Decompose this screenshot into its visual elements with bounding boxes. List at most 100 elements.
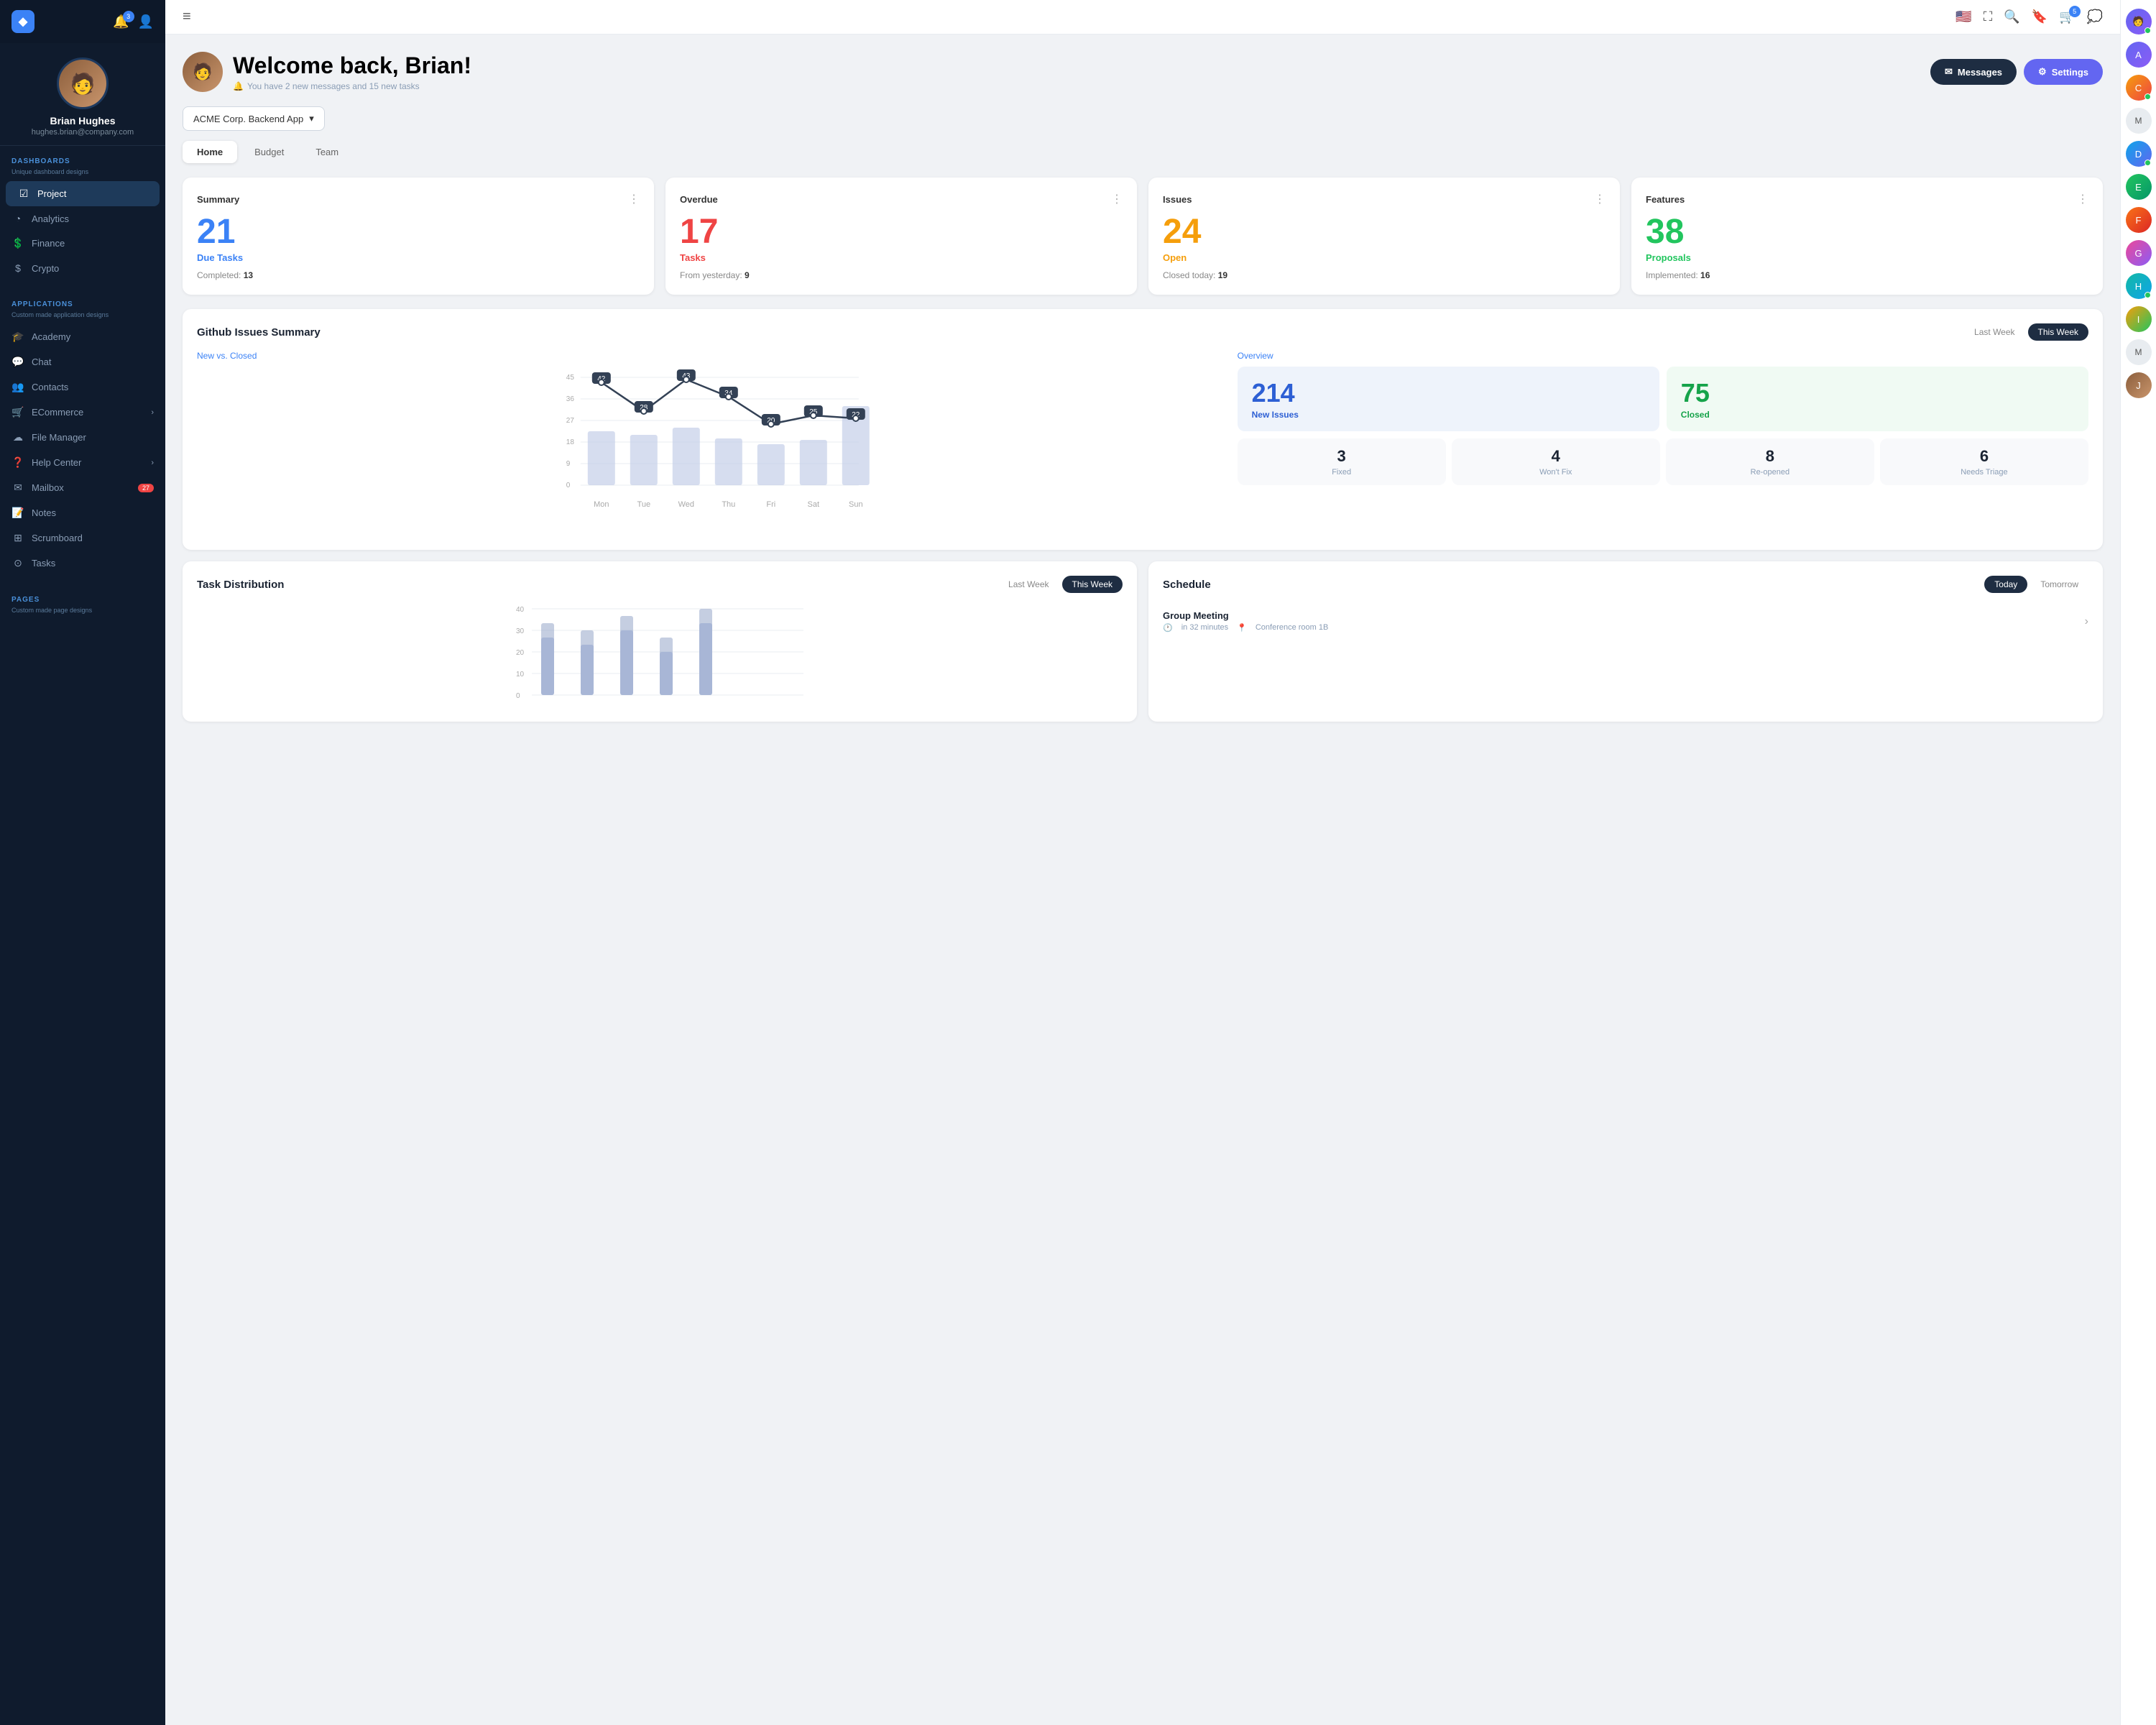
welcome-text: Welcome back, Brian! 🔔 You have 2 new me…: [233, 52, 471, 91]
sidebar-item-analytics[interactable]: ◔ Analytics: [0, 206, 165, 231]
svg-text:36: 36: [566, 395, 575, 403]
summary-cards: Summary ⋮ 21 Due Tasks Completed: 13 Ove…: [183, 178, 2103, 295]
sidebar-item-notes[interactable]: 📝 Notes: [0, 500, 165, 525]
right-avatar-3[interactable]: C: [2126, 75, 2152, 101]
card-summary-menu[interactable]: ⋮: [628, 192, 640, 206]
right-avatar-1[interactable]: 🧑: [2126, 9, 2152, 34]
card-issues-number: 24: [1163, 215, 1606, 249]
task-this-week-btn[interactable]: This Week: [1062, 576, 1123, 593]
sidebar-item-chat[interactable]: 💬 Chat: [0, 349, 165, 374]
right-avatar-11[interactable]: M: [2126, 339, 2152, 365]
bell-icon: 🔔: [233, 81, 244, 91]
sidebar-item-file-manager[interactable]: ☁ File Manager: [0, 425, 165, 450]
sidebar-item-academy[interactable]: 🎓 Academy: [0, 324, 165, 349]
right-avatar-10[interactable]: I: [2126, 306, 2152, 332]
right-avatar-4[interactable]: M: [2126, 108, 2152, 134]
online-dot-1: [2145, 27, 2151, 34]
messages-button[interactable]: ✉ Messages: [1930, 59, 2017, 85]
schedule-today-btn[interactable]: Today: [1984, 576, 2027, 593]
right-avatar-2[interactable]: A: [2126, 42, 2152, 68]
notification-badge: 3: [123, 11, 134, 22]
topbar: ≡ 🇺🇸 ⛶ 🔍 🔖 🛒 5 💭: [165, 0, 2120, 34]
svg-text:27: 27: [566, 417, 575, 425]
closed-issues-number: 75: [1681, 378, 2074, 408]
new-issues-number: 214: [1252, 378, 1645, 408]
card-overdue-menu[interactable]: ⋮: [1111, 192, 1123, 206]
sidebar-item-mailbox[interactable]: ✉ Mailbox 27: [0, 475, 165, 500]
sidebar-item-mailbox-label: Mailbox: [32, 482, 64, 493]
bookmark-icon[interactable]: 🔖: [2032, 9, 2047, 24]
svg-text:30: 30: [516, 627, 525, 635]
right-avatar-6[interactable]: E: [2126, 174, 2152, 200]
right-avatar-8[interactable]: G: [2126, 240, 2152, 266]
schedule-tomorrow-btn[interactable]: Tomorrow: [2030, 576, 2088, 593]
notification-bell-icon[interactable]: 🔔 3: [113, 14, 129, 29]
tab-team[interactable]: Team: [301, 141, 353, 163]
ecommerce-arrow-icon: ›: [151, 408, 154, 417]
github-week-toggle: Last Week This Week: [1964, 323, 2088, 341]
sidebar-item-project[interactable]: ☑ Project: [6, 181, 160, 206]
github-last-week-btn[interactable]: Last Week: [1964, 323, 2024, 341]
sidebar-item-crypto[interactable]: $ Crypto: [0, 256, 165, 280]
chat-bubble-icon[interactable]: 💭: [2087, 9, 2103, 24]
card-summary-label: Due Tasks: [197, 252, 640, 263]
task-distribution-header: Task Distribution Last Week This Week: [197, 576, 1123, 593]
card-features-menu[interactable]: ⋮: [2077, 192, 2088, 206]
mini-stat-fixed: 3 Fixed: [1238, 438, 1446, 485]
github-this-week-btn[interactable]: This Week: [2028, 323, 2088, 341]
tab-budget[interactable]: Budget: [240, 141, 298, 163]
card-issues-sub: Closed today: 19: [1163, 270, 1606, 280]
schedule-title: Schedule: [1163, 579, 1211, 591]
needs-triage-label: Needs Triage: [1887, 468, 2081, 477]
group-meeting-meta: 🕐 in 32 minutes 📍 Conference room 1B: [1163, 623, 1328, 632]
clock-icon: 🕐: [1163, 623, 1173, 632]
sidebar-item-finance[interactable]: 💲 Finance: [0, 231, 165, 256]
sidebar-item-contacts[interactable]: 👥 Contacts: [0, 374, 165, 400]
scrumboard-icon: ⊞: [11, 532, 24, 544]
location-icon: 📍: [1237, 623, 1247, 632]
hamburger-icon[interactable]: ≡: [183, 9, 191, 25]
welcome-title: Welcome back, Brian!: [233, 52, 471, 79]
github-chart-area: New vs. Closed 45 36 27 18 9 0: [197, 351, 2088, 535]
search-icon[interactable]: 🔍: [2004, 9, 2019, 24]
crypto-icon: $: [11, 262, 24, 274]
card-summary: Summary ⋮ 21 Due Tasks Completed: 13: [183, 178, 654, 295]
bottom-row: Task Distribution Last Week This Week 40…: [183, 561, 2103, 722]
flag-icon[interactable]: 🇺🇸: [1955, 9, 1971, 24]
svg-text:Tue: Tue: [637, 500, 651, 509]
sidebar-item-ecommerce[interactable]: 🛒 ECommerce ›: [0, 400, 165, 425]
schedule-panel: Schedule Today Tomorrow Group Meeting 🕐 …: [1148, 561, 2103, 722]
card-overdue-sub: From yesterday: 9: [680, 270, 1123, 280]
task-bar-chart-svg: 40 30 20 10 0: [197, 603, 1123, 704]
user-circle-icon[interactable]: 👤: [138, 14, 154, 29]
svg-text:18: 18: [566, 438, 575, 446]
project-selector[interactable]: ACME Corp. Backend App ▾: [183, 106, 325, 131]
card-overdue-title: Overdue: [680, 194, 718, 205]
expand-icon[interactable]: ⛶: [1984, 9, 1993, 24]
tab-home[interactable]: Home: [183, 141, 237, 163]
online-dot-5: [2145, 160, 2151, 166]
welcome-subtitle: 🔔 You have 2 new messages and 15 new tas…: [233, 81, 471, 91]
sidebar-item-help-center[interactable]: ❓ Help Center ›: [0, 450, 165, 475]
right-avatar-9[interactable]: H: [2126, 273, 2152, 299]
sidebar-item-tasks[interactable]: ⊙ Tasks: [0, 551, 165, 576]
settings-button[interactable]: ⚙ Settings: [2024, 59, 2103, 85]
schedule-arrow-icon[interactable]: ›: [2085, 615, 2088, 628]
app-logo[interactable]: ◆: [11, 10, 34, 33]
right-avatar-12[interactable]: J: [2126, 372, 2152, 398]
reopened-number: 8: [1673, 447, 1867, 466]
card-issues-menu[interactable]: ⋮: [1594, 192, 1606, 206]
pages-section-title: PAGES: [0, 593, 165, 607]
right-avatar-5[interactable]: D: [2126, 141, 2152, 167]
task-last-week-btn[interactable]: Last Week: [998, 576, 1059, 593]
github-panel-title: Github Issues Summary: [197, 326, 321, 339]
cart-icon[interactable]: 🛒 5: [2059, 9, 2075, 24]
card-features-sub: Implemented: 16: [1646, 270, 2088, 280]
sidebar-item-file-manager-label: File Manager: [32, 432, 86, 443]
mini-stat-needs-triage: 6 Needs Triage: [1880, 438, 2088, 485]
sidebar-item-scrumboard[interactable]: ⊞ Scrumboard: [0, 525, 165, 551]
right-avatar-7[interactable]: F: [2126, 207, 2152, 233]
needs-triage-number: 6: [1887, 447, 2081, 466]
applications-section-subtitle: Custom made application designs: [0, 311, 165, 324]
svg-text:Sat: Sat: [808, 500, 820, 509]
